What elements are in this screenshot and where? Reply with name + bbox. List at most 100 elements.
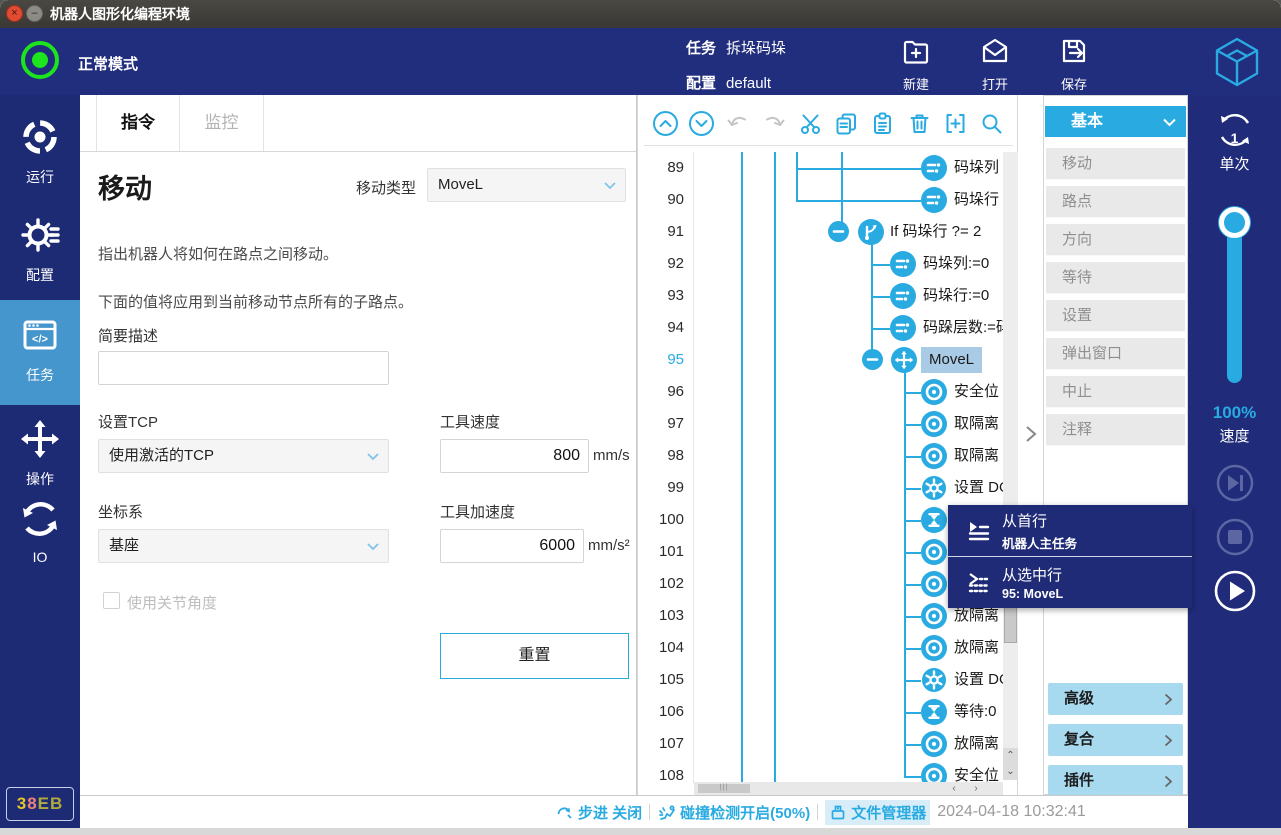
command-item-popup[interactable]: 弹出窗口: [1046, 338, 1185, 370]
delete-icon[interactable]: [906, 110, 933, 137]
tree-row[interactable]: 89码垛列: [638, 152, 1019, 184]
collapse-up-icon[interactable]: [652, 110, 679, 137]
save-task-button[interactable]: 保存: [1044, 34, 1104, 93]
tool-accel-unit: mm/s²: [588, 537, 630, 554]
sidebar-item-task[interactable]: </> 任务: [0, 313, 80, 385]
step-icon: [556, 803, 574, 821]
collapse-minus-icon[interactable]: [862, 349, 883, 370]
tree-row[interactable]: 108安全位: [638, 760, 1019, 783]
cut-icon[interactable]: [797, 110, 824, 137]
command-item-direction[interactable]: 方向: [1046, 224, 1185, 256]
reset-button[interactable]: 重置: [440, 633, 629, 679]
scroll-down-icon[interactable]: ⌄: [1003, 764, 1018, 780]
expand-panel-chevron-icon[interactable]: [1025, 425, 1037, 448]
horizontal-scrollbar[interactable]: ||| ‹ ›: [694, 782, 1003, 795]
minimize-icon[interactable]: –: [26, 5, 43, 22]
tree-row[interactable]: 96安全位: [638, 376, 1019, 408]
command-item-set[interactable]: 设置: [1046, 300, 1185, 332]
tree-row-selected[interactable]: 95MoveL: [638, 344, 1019, 376]
tool-accel-input[interactable]: [440, 529, 584, 563]
brief-desc-input[interactable]: [98, 351, 389, 385]
tree-toolbar: [644, 102, 1013, 146]
tab-command[interactable]: 指令: [96, 95, 180, 151]
tree-row[interactable]: 93码垛行:=0: [638, 280, 1019, 312]
scrollbar-thumb[interactable]: |||: [698, 784, 750, 793]
sidebar-item-run[interactable]: 运行: [0, 115, 80, 187]
tree-row[interactable]: 107放隔离: [638, 728, 1019, 760]
tab-monitor[interactable]: 监控: [180, 95, 264, 151]
tree-row[interactable]: 90码垛行: [638, 184, 1019, 216]
run-from-selected-icon: [966, 570, 992, 596]
redo-icon[interactable]: [761, 110, 788, 137]
assign-icon: [890, 283, 916, 309]
frame-dropdown[interactable]: 基座: [98, 529, 389, 563]
move-type-dropdown[interactable]: MoveL: [427, 168, 626, 202]
tree-row[interactable]: 98取隔离: [638, 440, 1019, 472]
vertical-scrollbar[interactable]: [1003, 152, 1018, 748]
waypoint-icon: [921, 603, 947, 629]
step-next-button[interactable]: [1188, 463, 1281, 503]
tool-accel-label: 工具加速度: [440, 501, 515, 522]
play-button[interactable]: [1188, 569, 1281, 613]
command-item-move[interactable]: 移动: [1046, 148, 1185, 180]
tree-row[interactable]: 99设置 DO: [638, 472, 1019, 504]
tree-row[interactable]: 104放隔离: [638, 632, 1019, 664]
tree-row[interactable]: 105设置 DO: [638, 664, 1019, 696]
command-item-abort[interactable]: 中止: [1046, 376, 1185, 408]
speed-slider-track[interactable]: [1227, 215, 1242, 383]
insert-icon[interactable]: [942, 110, 969, 137]
popup-item-run-from-first[interactable]: 从首行机器人主任务: [948, 505, 1192, 556]
new-task-button[interactable]: 新建: [886, 34, 946, 93]
if-icon: [858, 219, 884, 245]
command-group-basic[interactable]: 基本: [1045, 106, 1186, 137]
sidebar-item-io[interactable]: IO: [0, 497, 80, 565]
assign-icon: [921, 187, 947, 213]
app-window: × – 机器人图形化编程环境 正常模式 任务拆垛码垛 配置default 新建 …: [0, 0, 1281, 835]
command-group-plugin[interactable]: 插件: [1048, 765, 1183, 797]
speed-slider-knob[interactable]: [1219, 207, 1250, 238]
command-group-composite[interactable]: 复合: [1048, 724, 1183, 756]
file-manager-status[interactable]: 文件管理器: [825, 800, 930, 825]
scroll-left-icon[interactable]: ‹: [945, 782, 963, 795]
tool-speed-input[interactable]: [440, 439, 589, 473]
tree-row[interactable]: 94码跺层数:=码: [638, 312, 1019, 344]
sidebar-item-config[interactable]: 配置: [0, 213, 80, 285]
tree-row[interactable]: 91If 码垛行 ?= 2: [638, 216, 1019, 248]
stop-button[interactable]: [1188, 517, 1281, 557]
window-title: 机器人图形化编程环境: [50, 0, 190, 28]
collapse-minus-icon[interactable]: [828, 221, 849, 242]
tree-row[interactable]: 106等待:0: [638, 696, 1019, 728]
close-icon[interactable]: ×: [6, 5, 23, 22]
command-item-comment[interactable]: 注释: [1046, 414, 1185, 446]
scroll-right-icon[interactable]: ›: [967, 782, 985, 795]
single-cycle-label: 单次: [1188, 153, 1281, 174]
command-palette: 基本 移动 路点 方向 等待 设置 弹出窗口 中止 注释 高级 复合 插件: [1043, 95, 1188, 795]
tcp-dropdown[interactable]: 使用激活的TCP: [98, 439, 389, 473]
config-icon: [18, 213, 62, 257]
copy-icon[interactable]: [833, 110, 860, 137]
command-group-advanced[interactable]: 高级: [1048, 683, 1183, 715]
collision-detect-status[interactable]: 碰撞检测开启(50%): [657, 802, 810, 823]
paste-icon[interactable]: [869, 110, 896, 137]
step-mode-status[interactable]: 步进 关闭: [556, 802, 642, 823]
expand-down-icon[interactable]: [688, 110, 715, 137]
joint-angle-checkbox[interactable]: [103, 592, 120, 609]
waypoint-icon: [921, 763, 947, 783]
command-item-wait[interactable]: 等待: [1046, 262, 1185, 294]
sidebar-item-jog[interactable]: 操作: [0, 417, 80, 489]
undo-icon[interactable]: [724, 110, 751, 137]
popup-item-run-from-selected[interactable]: 从选中行95: MoveL: [948, 557, 1192, 608]
tree-row[interactable]: 97取隔离: [638, 408, 1019, 440]
search-icon[interactable]: [978, 110, 1005, 137]
command-item-waypoint[interactable]: 路点: [1046, 186, 1185, 218]
brand-logo-icon: [1212, 36, 1262, 88]
chevron-down-icon: [604, 182, 616, 190]
run-control-rail: 1 单次 100% 速度: [1188, 95, 1281, 828]
scroll-up-icon[interactable]: ⌃: [1003, 748, 1018, 764]
tree-row[interactable]: 92码垛列:=0: [638, 248, 1019, 280]
task-info: 任务拆垛码垛: [686, 37, 786, 58]
io-icon: [18, 497, 62, 541]
waypoint-icon: [921, 443, 947, 469]
open-task-button[interactable]: 打开: [965, 34, 1025, 93]
svg-text:</>: </>: [32, 334, 48, 346]
